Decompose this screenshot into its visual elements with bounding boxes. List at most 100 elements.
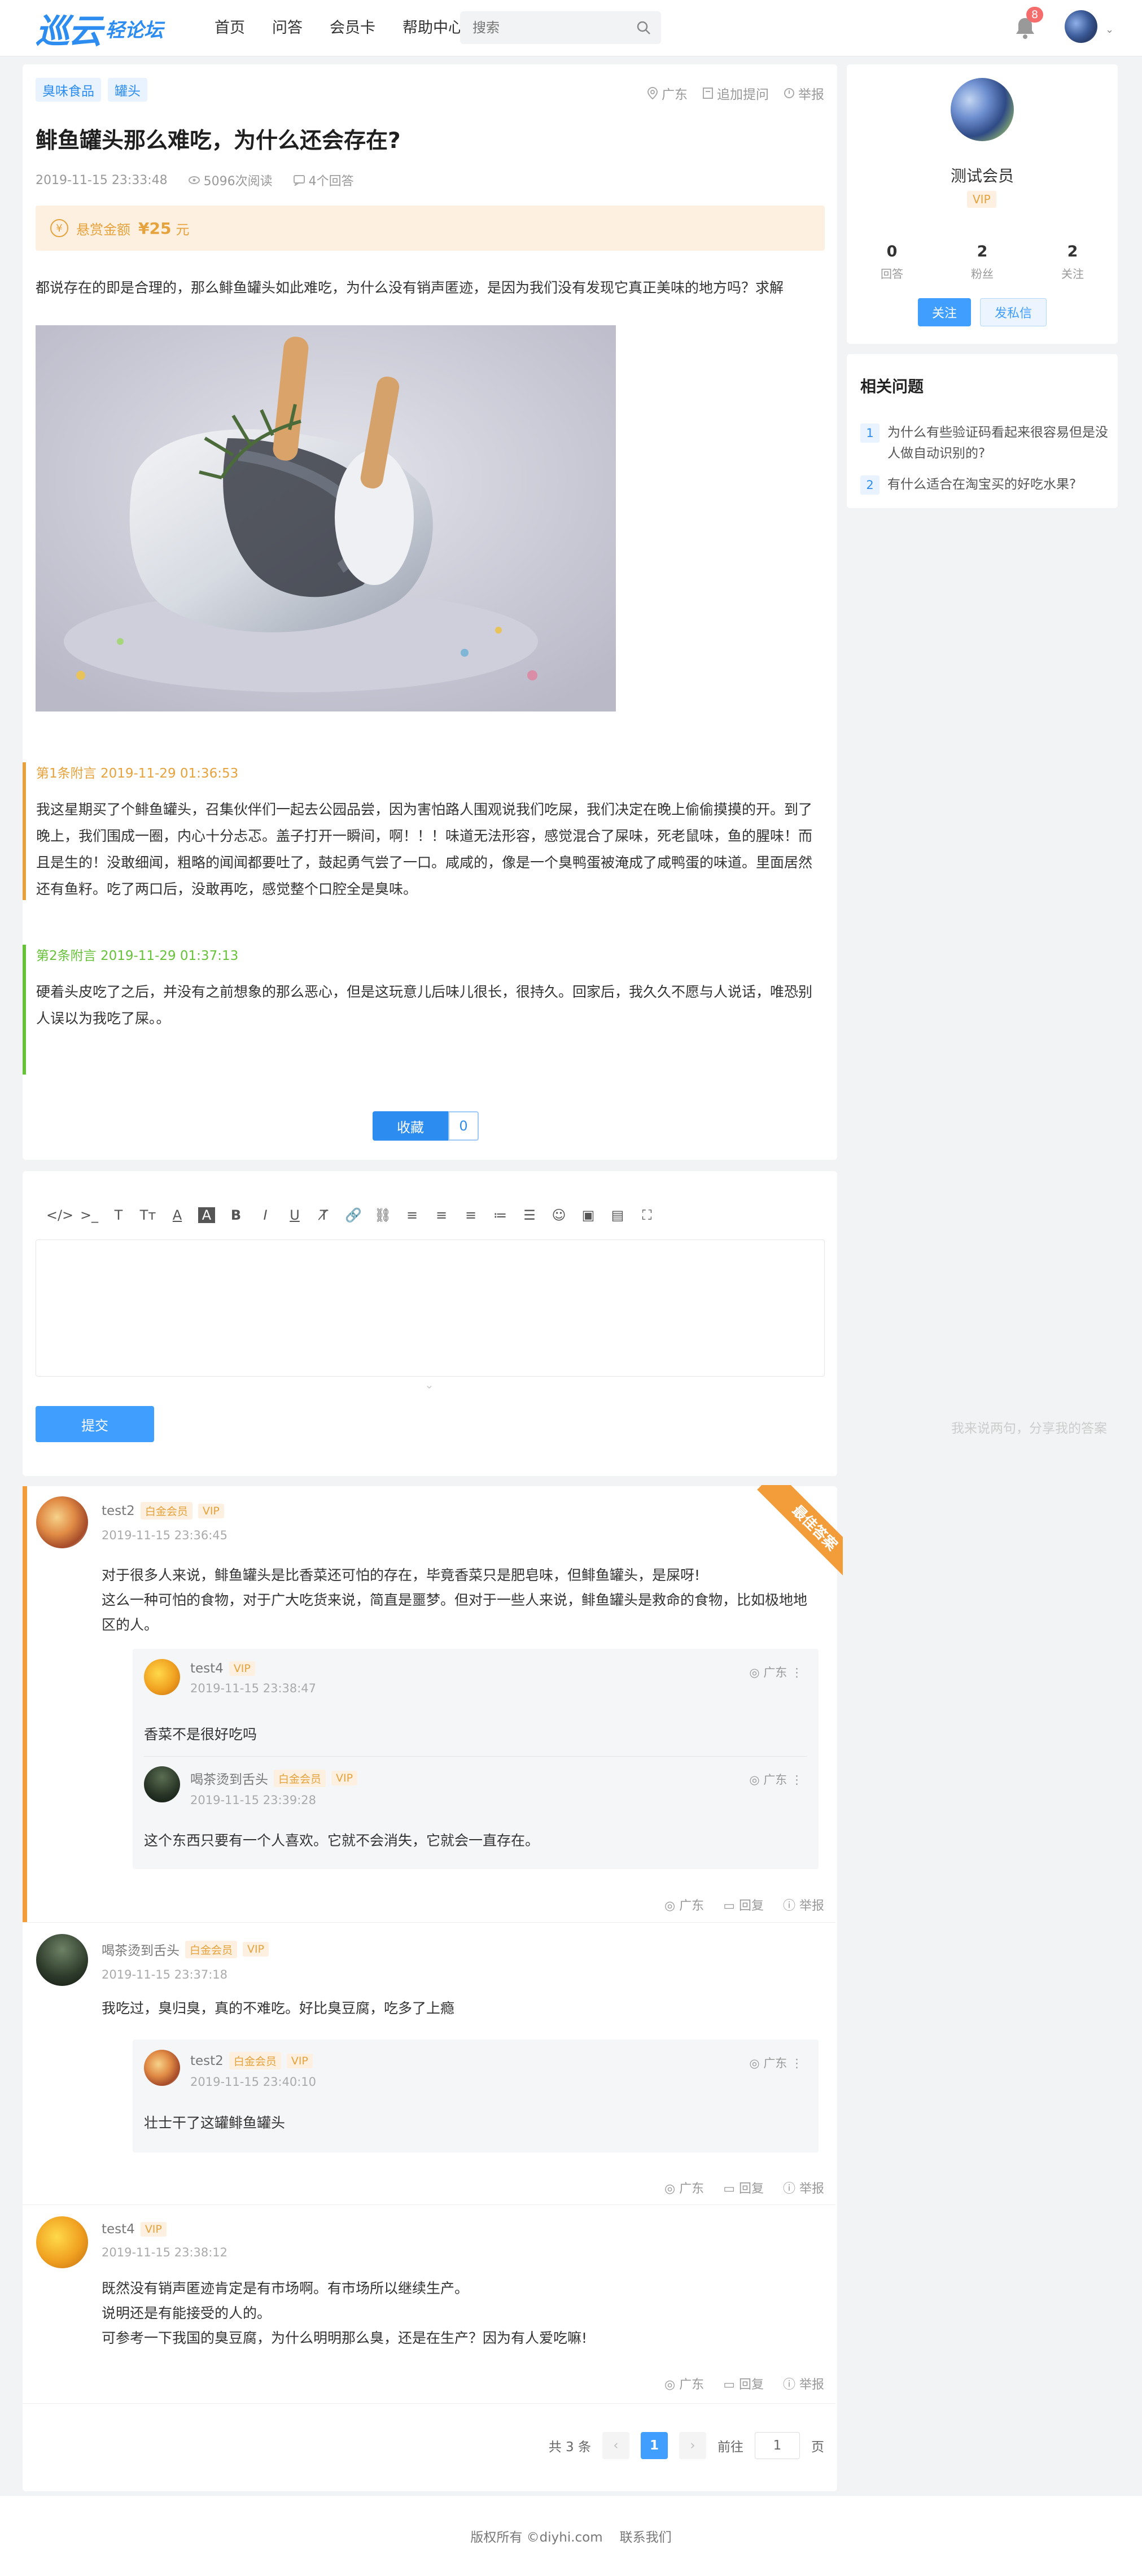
level-badge: 白金会员: [140, 1502, 192, 1520]
more-icon[interactable]: ⋮: [791, 2057, 803, 2070]
question-tags: 臭味食品 罐头: [36, 78, 154, 102]
vip-badge: VIP: [198, 1503, 224, 1518]
level-badge: 白金会员: [274, 1769, 326, 1787]
more-icon[interactable]: ⋮: [791, 1666, 803, 1679]
username[interactable]: test4: [190, 1661, 224, 1676]
report-button[interactable]: ⓘ 举报: [783, 2374, 824, 2392]
reply-avatar[interactable]: [144, 1766, 180, 1802]
nav-help[interactable]: 帮助中心: [402, 17, 463, 40]
related-link[interactable]: 有什么适合在淘宝买的好吃水果?: [887, 474, 1076, 495]
report-button[interactable]: ⓘ 举报: [783, 1896, 824, 1914]
username[interactable]: 喝茶烫到舌头: [190, 1769, 268, 1788]
answer-divider: [23, 2204, 835, 2205]
answer-header: test4 VIP 2019-11-15 23:38:12: [102, 2222, 227, 2259]
fullscreen-icon[interactable]: ⛶: [632, 1207, 662, 1223]
reply-avatar[interactable]: [144, 1659, 180, 1695]
view-count: 5096次阅读: [188, 171, 273, 189]
append-note-1: 第1条附言 2019-11-29 01:36:53 我这星期买了个鲱鱼罐头，召集…: [23, 762, 824, 900]
stat-answers[interactable]: 0 回答: [847, 243, 937, 281]
editor-toolbar: </> >_ T Tт A A B I U T̸ 🔗 ⛓ ≡ ≡ ≡ ≔ ☰ ☺…: [45, 1207, 662, 1223]
related-item[interactable]: 1 为什么有些验证码看起来很容易但是没人做自动识别的?: [860, 422, 1109, 464]
code-icon[interactable]: </>: [45, 1207, 75, 1223]
resize-handle-icon[interactable]: ⌄: [425, 1378, 434, 1391]
italic-icon[interactable]: I: [251, 1207, 280, 1223]
answer-avatar[interactable]: [36, 2216, 88, 2268]
username[interactable]: test2: [102, 1504, 135, 1518]
username[interactable]: test2: [190, 2054, 224, 2068]
stat-followers[interactable]: 2 粉丝: [937, 243, 1027, 281]
username[interactable]: test4: [102, 2222, 135, 2237]
answer-avatar[interactable]: [36, 1496, 88, 1548]
logo-main-text: 巡云: [36, 11, 102, 51]
search-input[interactable]: [460, 11, 629, 44]
report-button[interactable]: 举报: [784, 84, 824, 103]
vip-badge: VIP: [140, 2222, 167, 2237]
profile-name[interactable]: 测试会员: [847, 164, 1118, 186]
reply-button[interactable]: ▭ 回复: [723, 1896, 764, 1914]
related-link[interactable]: 为什么有些验证码看起来很容易但是没人做自动识别的?: [887, 422, 1109, 464]
related-item[interactable]: 2 有什么适合在淘宝买的好吃水果?: [860, 474, 1109, 495]
ordered-list-icon[interactable]: ≔: [485, 1207, 515, 1223]
chevron-down-icon[interactable]: ⌄: [1105, 24, 1114, 36]
contact-link[interactable]: 联系我们: [620, 2526, 672, 2546]
nav-qa[interactable]: 问答: [272, 17, 303, 40]
vip-badge: VIP: [967, 191, 996, 208]
related-index: 2: [860, 475, 880, 495]
image-icon[interactable]: ▣: [574, 1207, 603, 1223]
follow-button[interactable]: 关注: [918, 298, 971, 326]
nav-membership[interactable]: 会员卡: [330, 17, 375, 40]
answer-avatar[interactable]: [36, 1934, 88, 1986]
page-input[interactable]: 1: [755, 2432, 800, 2459]
reply-text: 这个东西只要有一个人喜欢。它就不会消失，它就会一直存在。: [144, 1832, 540, 1849]
terminal-icon[interactable]: >_: [75, 1207, 104, 1223]
underline-icon[interactable]: U: [280, 1207, 309, 1223]
align-center-icon[interactable]: ≡: [427, 1207, 456, 1223]
font-size-icon[interactable]: Tт: [133, 1207, 163, 1223]
link-icon[interactable]: 🔗: [339, 1207, 368, 1223]
highlight-icon[interactable]: A: [198, 1207, 215, 1223]
emoji-icon[interactable]: ☺: [544, 1207, 574, 1223]
reply-avatar[interactable]: [144, 2050, 180, 2086]
answer-header: 喝茶烫到舌头 白金会员 VIP 2019-11-15 23:37:18: [102, 1940, 269, 1981]
message-button[interactable]: 发私信: [980, 298, 1047, 326]
user-avatar[interactable]: [1065, 10, 1097, 43]
search-icon[interactable]: [636, 20, 651, 35]
profile-avatar[interactable]: [951, 78, 1014, 141]
favorite-button[interactable]: 收藏: [373, 1111, 448, 1141]
prev-page-button[interactable]: ‹: [602, 2432, 629, 2459]
reply-button[interactable]: ▭ 回复: [723, 2178, 764, 2197]
next-page-button[interactable]: ›: [679, 2432, 706, 2459]
text-icon[interactable]: T: [104, 1207, 133, 1223]
answer-actions: ◎ 广东 ▭ 回复 ⓘ 举报: [664, 1896, 824, 1914]
strikethrough-icon[interactable]: T̸: [309, 1207, 339, 1223]
main-nav: 首页 问答 会员卡 帮助中心: [215, 17, 491, 40]
more-icon[interactable]: ⋮: [791, 1773, 803, 1787]
profile-stats: 0 回答 2 粉丝 2 关注: [847, 243, 1118, 281]
align-left-icon[interactable]: ≡: [397, 1207, 427, 1223]
nav-home[interactable]: 首页: [215, 17, 245, 40]
answer-actions: ◎ 广东 ▭ 回复 ⓘ 举报: [664, 2374, 824, 2392]
tag-link[interactable]: 罐头: [108, 78, 147, 102]
font-color-icon[interactable]: A: [163, 1207, 192, 1223]
tag-link[interactable]: 臭味食品: [36, 78, 101, 102]
answer-header: test2 白金会员 VIP 2019-11-15 23:36:45: [102, 1502, 227, 1542]
unordered-list-icon[interactable]: ☰: [515, 1207, 544, 1223]
reply-time: 2019-11-15 23:39:28: [190, 1793, 317, 1807]
reply-text: 壮士干了这罐鲱鱼罐头: [144, 2115, 286, 2131]
unlink-icon[interactable]: ⛓: [368, 1207, 397, 1223]
bold-icon[interactable]: B: [221, 1207, 251, 1223]
comment-icon: [293, 175, 305, 186]
report-button[interactable]: ⓘ 举报: [783, 2178, 824, 2197]
page-1-button[interactable]: 1: [641, 2432, 668, 2459]
append-question-button[interactable]: 追加提问: [702, 84, 769, 103]
stat-following[interactable]: 2 关注: [1027, 243, 1118, 281]
answer-textarea[interactable]: [36, 1239, 825, 1377]
site-logo[interactable]: 巡云 轻论坛: [36, 11, 163, 51]
file-icon[interactable]: ▤: [603, 1207, 632, 1223]
reply-button[interactable]: ▭ 回复: [723, 2374, 764, 2392]
username[interactable]: 喝茶烫到舌头: [102, 1940, 180, 1959]
reward-banner: ¥ 悬赏金额 ¥25 元: [36, 206, 825, 251]
align-right-icon[interactable]: ≡: [456, 1207, 485, 1223]
reply-location: ◎ 广东 ⋮: [749, 1666, 803, 1679]
submit-button[interactable]: 提交: [36, 1406, 154, 1442]
